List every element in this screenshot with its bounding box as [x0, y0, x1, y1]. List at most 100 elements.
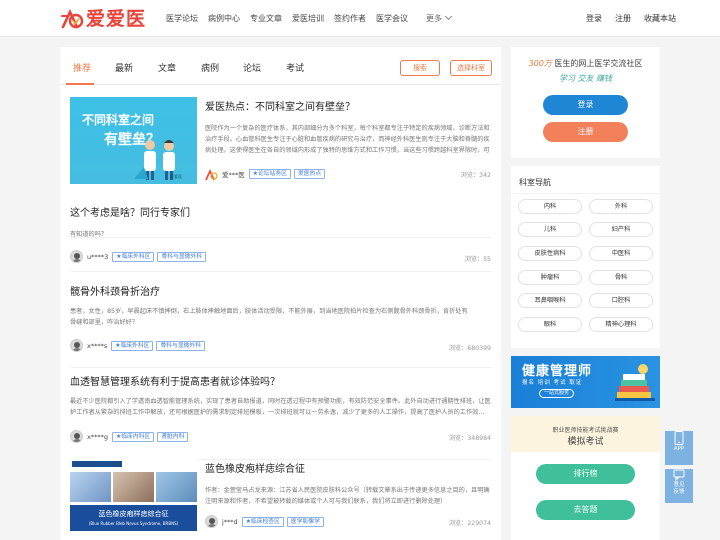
post-author[interactable]: x****g	[87, 433, 108, 441]
active-tab-indicator	[66, 83, 94, 85]
avatar[interactable]	[70, 339, 83, 352]
post-tag[interactable]: ★论坛站务区	[248, 168, 291, 179]
post-tag[interactable]: 肾脏内科	[157, 431, 189, 442]
post-tag[interactable]: ★临床检查区	[241, 516, 284, 527]
feed-panel: 推荐 最新 文章 病例 论坛 考试 搜索 选择科室 不同科室之间 有壁垒？ 爱爱…	[60, 47, 501, 540]
post-item[interactable]: 蓝色橡皮疱样痣综合征 (Blue Rubber Bleb Nevus Syndr…	[70, 459, 491, 540]
tab-latest[interactable]: 最新	[115, 61, 133, 74]
post-tag[interactable]: ★临床外科区	[111, 340, 154, 351]
post-tag[interactable]: ★临床外科区	[112, 251, 155, 262]
nav-item-cases[interactable]: 病例中心	[208, 13, 240, 24]
phone-icon	[674, 431, 684, 445]
promo-text: 300万 医生的网上医学交流社区	[528, 59, 643, 68]
post-item[interactable]: 这个考虑是啥？同行专家们 有知道的吗？ u****3 ★临床外科区 骨科与显微外…	[70, 205, 491, 272]
feedback-button[interactable]: 意见反馈	[665, 469, 693, 503]
clinical-photos	[70, 472, 197, 502]
answer-questions-button[interactable]: 去答题	[536, 500, 635, 520]
department-nav-card: 科室导航 内科 外科 儿科 妇产科 皮肤性病科 中医科 肿瘤科 骨科 耳鼻咽喉科…	[511, 166, 660, 348]
post-title[interactable]: 爱医热点：不同科室之间有壁垒？	[205, 101, 355, 115]
books-illustration	[615, 364, 655, 401]
post-tag[interactable]: 爱医热点	[293, 168, 326, 179]
post-thumbnail[interactable]: 蓝色橡皮疱样痣综合征 (Blue Rubber Bleb Nevus Syndr…	[70, 459, 197, 539]
register-link[interactable]: 注册	[615, 13, 631, 24]
post-author[interactable]: u****3	[87, 253, 108, 261]
post-meta: j***d ★临床检查区 医学影像学	[205, 515, 327, 528]
dept-oncology[interactable]: 肿瘤科	[518, 270, 582, 285]
author-logo-icon	[205, 167, 218, 181]
post-item[interactable]: 髋骨外科颈骨折治疗 患者，女性，85岁，早晨起床不慎摔倒，右上肢体摔触地面后，肢…	[70, 284, 491, 368]
banner-subtitle: 报名 培训 考试 取证	[522, 380, 583, 386]
user-links: 登录 注册 收藏本站	[586, 13, 689, 24]
tab-cases[interactable]: 病例	[201, 61, 219, 74]
dept-stomatology[interactable]: 口腔科	[589, 293, 653, 308]
avatar[interactable]	[70, 250, 83, 263]
login-button[interactable]: 登录	[543, 95, 628, 115]
nav-item-articles[interactable]: 专业文章	[250, 13, 282, 24]
thumbnail-caption-sub: (Blue Rubber Bleb Nevus Syndrome, BRBNS)	[88, 521, 179, 526]
post-excerpt: 最近不少医院都引入了学透南血透智能管理系统，实现了患者自助报道，同时在透过程中有…	[70, 398, 491, 416]
thumbnail-watermark: 爱爱医	[170, 174, 182, 179]
dept-ent[interactable]: 耳鼻咽喉科	[518, 293, 582, 308]
dept-orthopedics[interactable]: 骨科	[589, 270, 653, 285]
banner-pill: 一站式服务	[539, 389, 575, 398]
tab-forum[interactable]: 论坛	[243, 61, 261, 74]
post-excerpt: 作者：金萱莹马占龙来源：江苏省人民医院皮肤科公众号（转载文章系出于传递更多信息之…	[205, 487, 490, 505]
health-manager-banner[interactable]: 健康管理师 报名 培训 考试 取证 一站式服务	[511, 356, 660, 408]
post-tag[interactable]: 骨科与显微外科	[156, 340, 206, 351]
post-thumbnail[interactable]: 不同科室之间 有壁垒？ 爱爱医	[70, 97, 197, 184]
post-author[interactable]: j***d	[222, 518, 238, 526]
exam-banner-caption: 职业医师技能考试挑战赛	[552, 427, 619, 434]
choose-department-button[interactable]: 选择科室	[450, 60, 492, 76]
nav-item-forum[interactable]: 医学论坛	[166, 13, 198, 24]
dept-psychiatry[interactable]: 精神心理科	[589, 317, 653, 332]
nav-item-authors[interactable]: 签约作者	[334, 13, 366, 24]
register-button[interactable]: 注册	[543, 122, 628, 142]
site-logo[interactable]: 爱爱医	[60, 8, 146, 30]
promo-slogan: 学习 交友 赚钱	[558, 74, 613, 83]
dept-pediatrics[interactable]: 儿科	[518, 222, 582, 237]
bookmark-link[interactable]: 收藏本站	[644, 13, 676, 24]
dept-tcm[interactable]: 中医科	[589, 246, 653, 261]
nav-item-conferences[interactable]: 医学会议	[376, 13, 408, 24]
post-tag[interactable]: 骨科与显微外科	[157, 251, 207, 262]
app-label: APP	[673, 446, 685, 452]
post-tag[interactable]: 医学影像学	[286, 516, 324, 527]
leaderboard-button[interactable]: 排行榜	[536, 464, 635, 484]
hospital-logo-strip	[72, 461, 122, 467]
post-meta: x****s ★临床外科区 骨科与显微外科	[70, 339, 208, 352]
post-title[interactable]: 髋骨外科颈骨折治疗	[70, 286, 160, 300]
avatar[interactable]	[205, 515, 218, 528]
post-title[interactable]: 蓝色橡皮疱样痣综合征	[205, 463, 305, 477]
post-title[interactable]: 血透智慧管理系统有利于提高患者就诊体验吗？	[70, 376, 280, 390]
post-author[interactable]: x****s	[87, 342, 107, 350]
nav-item-training[interactable]: 爱医培训	[292, 13, 324, 24]
tab-articles[interactable]: 文章	[158, 61, 176, 74]
dept-surgery[interactable]: 外科	[589, 199, 653, 214]
dept-dermatology[interactable]: 皮肤性病科	[518, 246, 582, 261]
view-count: 浏览：55	[464, 256, 491, 263]
tab-exams[interactable]: 考试	[286, 61, 304, 74]
dept-internal-medicine[interactable]: 内科	[518, 199, 582, 214]
post-excerpt: 患者，女性，85岁，早晨起床不慎摔倒，右上肢体摔触地面后，肢体活动受限，不能外展…	[70, 308, 468, 326]
app-download-button[interactable]: APP	[665, 431, 693, 465]
logo-icon	[60, 8, 84, 30]
main-nav: 医学论坛 病例中心 专业文章 爱医培训 签约作者 医学会议 更多	[166, 13, 461, 24]
exam-banner-title: 模拟考试	[567, 437, 604, 447]
view-count: 浏览：680399	[448, 345, 491, 352]
dept-obstetrics[interactable]: 妇产科	[589, 222, 653, 237]
dept-ophthalmology[interactable]: 眼科	[518, 317, 582, 332]
post-title[interactable]: 这个考虑是啥？同行专家们	[70, 207, 190, 221]
post-author[interactable]: 爱***医	[222, 169, 245, 179]
login-link[interactable]: 登录	[586, 13, 602, 24]
view-count: 浏览：348984	[448, 435, 491, 442]
thumbnail-caption: 蓝色橡皮疱样痣综合征	[98, 510, 169, 518]
post-meta: x****g ★临床内科区 肾脏内科	[70, 430, 191, 443]
post-tag[interactable]: ★临床内科区	[111, 431, 155, 442]
nav-more-dropdown[interactable]: 更多	[426, 13, 451, 24]
post-item[interactable]: 血透智慧管理系统有利于提高患者就诊体验吗？ 最近不少医院都引入了学透南血透智能管…	[70, 376, 491, 460]
avatar[interactable]	[70, 430, 83, 443]
view-count: 浏览：342	[460, 172, 491, 179]
thumbnail-caption: 不同科室之间	[82, 113, 155, 127]
tab-recommended[interactable]: 推荐	[73, 61, 91, 74]
search-button[interactable]: 搜索	[400, 60, 440, 76]
